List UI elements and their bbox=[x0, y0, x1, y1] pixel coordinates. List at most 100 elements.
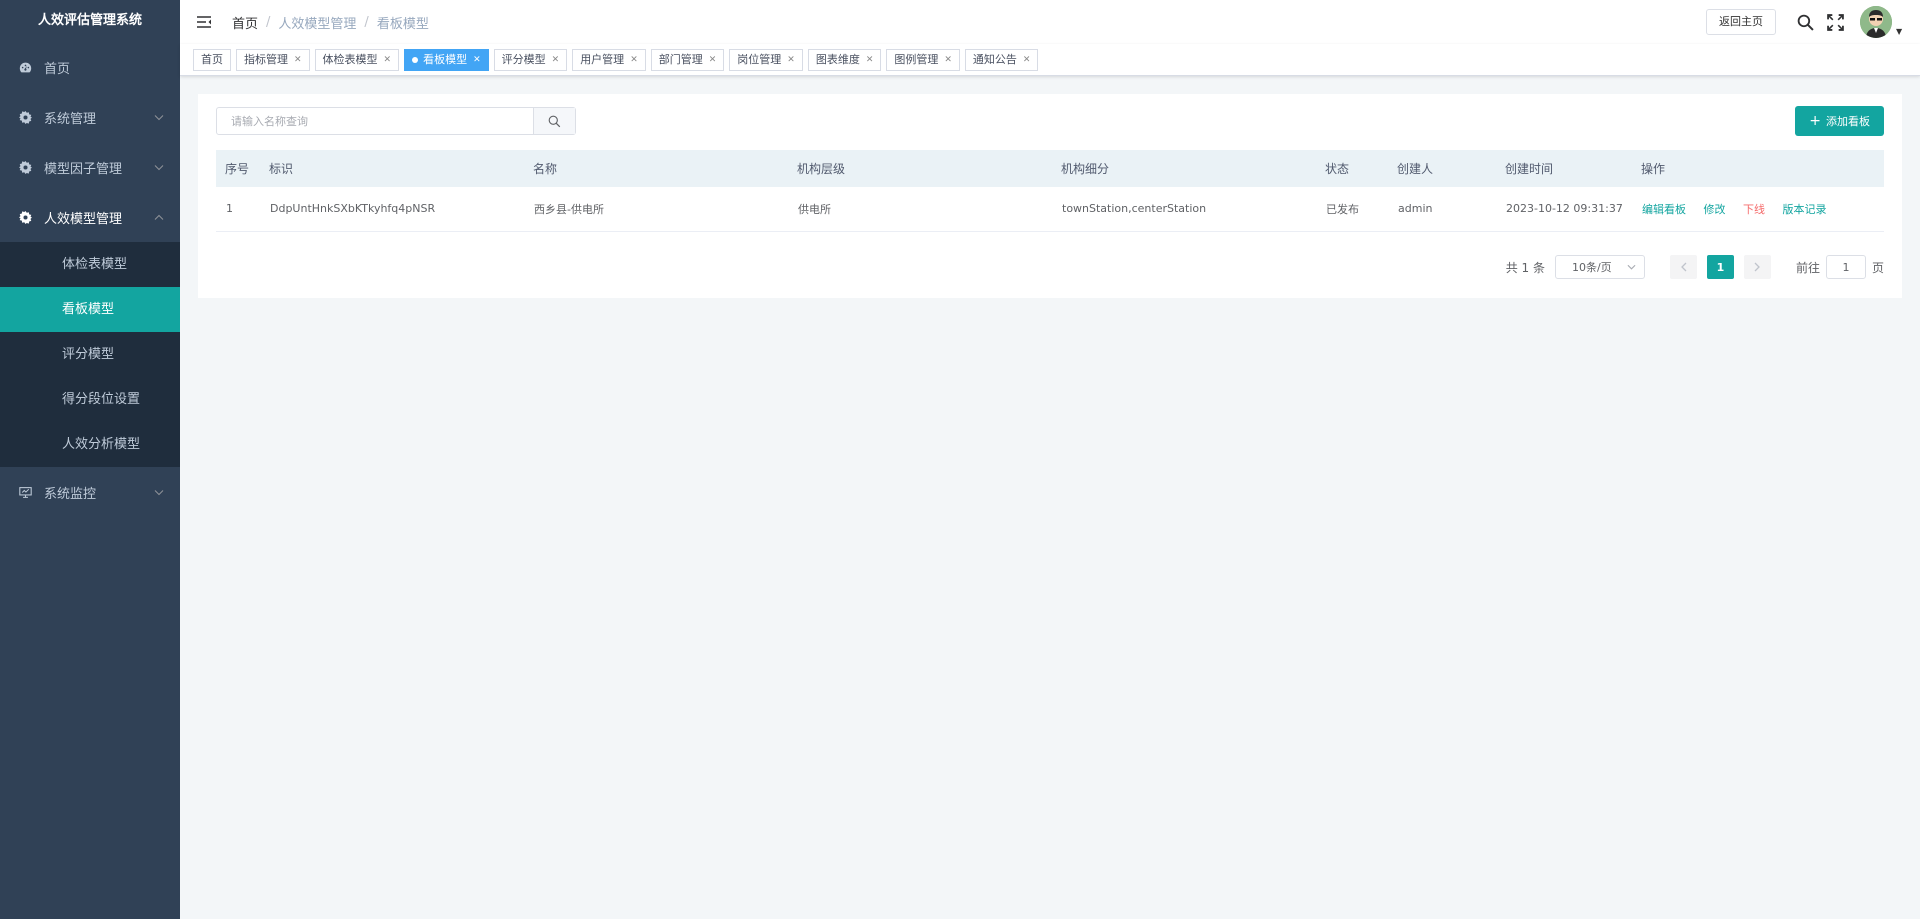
cell-ops: 编辑看板 修改 下线 版本记录 bbox=[1632, 187, 1884, 231]
tag-label: 部门管理 bbox=[658, 52, 703, 66]
chevron-up-icon bbox=[154, 210, 164, 225]
tag-checkup-model[interactable]: 体检表模型 ✕ bbox=[314, 48, 400, 71]
navbar: 首页 / 人效模型管理 / 看板模型 返回主页 ▼ bbox=[180, 0, 1920, 44]
close-icon[interactable]: ✕ bbox=[1023, 50, 1031, 70]
goto-page-input[interactable] bbox=[1825, 255, 1866, 279]
cell-created: 2023-10-12 09:31:37 bbox=[1506, 202, 1623, 216]
chevron-down-icon bbox=[1627, 264, 1636, 270]
add-board-label: 添加看板 bbox=[1826, 115, 1870, 128]
gear-icon bbox=[18, 210, 32, 224]
breadcrumb-separator: / bbox=[266, 14, 271, 30]
col-ops: 操作 bbox=[1641, 162, 1666, 176]
close-icon[interactable]: ✕ bbox=[944, 50, 952, 70]
chevron-right-icon bbox=[1754, 262, 1760, 272]
sidebar-item-monitor[interactable]: 系统监控 bbox=[0, 467, 180, 517]
page-number-button[interactable]: 1 bbox=[1706, 255, 1734, 279]
tag-legend[interactable]: 图例管理 ✕ bbox=[886, 48, 960, 71]
main-card: + 添加看板 序号 标识 名称 机构层级 机构细分 状态 创建人 创建时间 操作… bbox=[198, 94, 1902, 298]
sidebar-item-label: 模型因子管理 bbox=[44, 161, 123, 177]
tag-label: 首页 bbox=[201, 52, 223, 66]
sidebar-item-home[interactable]: 首页 bbox=[0, 42, 180, 92]
cell-level: 供电所 bbox=[798, 202, 831, 216]
sidebar-item-label: 首页 bbox=[44, 61, 71, 77]
tag-post[interactable]: 岗位管理 ✕ bbox=[729, 48, 803, 71]
hamburger-icon[interactable] bbox=[196, 14, 212, 30]
search-icon bbox=[548, 115, 561, 127]
chevron-left-icon bbox=[1681, 262, 1687, 272]
col-id: 标识 bbox=[269, 162, 294, 176]
close-icon[interactable]: ✕ bbox=[294, 50, 302, 70]
tag-indicator[interactable]: 指标管理 ✕ bbox=[236, 48, 310, 71]
offline-link[interactable]: 下线 bbox=[1743, 203, 1765, 216]
close-icon[interactable]: ✕ bbox=[552, 50, 560, 70]
modify-link[interactable]: 修改 bbox=[1704, 203, 1726, 216]
edit-board-link[interactable]: 编辑看板 bbox=[1642, 203, 1686, 216]
app-title: 人效评估管理系统 bbox=[37, 13, 142, 28]
tag-label: 用户管理 bbox=[580, 52, 625, 66]
plus-icon: + bbox=[1809, 113, 1821, 129]
tag-label: 评分模型 bbox=[501, 52, 546, 66]
close-icon[interactable]: ✕ bbox=[473, 50, 481, 70]
caret-down-icon[interactable]: ▼ bbox=[1896, 27, 1906, 36]
breadcrumb-current: 看板模型 bbox=[376, 16, 429, 32]
submenu-efficiency-model: 体检表模型 看板模型 评分模型 得分段位设置 人效分析模型 bbox=[0, 242, 180, 467]
version-history-link[interactable]: 版本记录 bbox=[1783, 203, 1827, 216]
search-button[interactable] bbox=[533, 108, 575, 134]
breadcrumb-level1: 人效模型管理 bbox=[278, 16, 357, 32]
tags-view: 首页 指标管理 ✕ 体检表模型 ✕ 看板模型 ✕ 评分模型 ✕ 用户管理 ✕ 部门管理 ✕ … bbox=[180, 44, 1920, 76]
add-board-button[interactable]: + 添加看板 bbox=[1795, 106, 1884, 136]
avatar[interactable] bbox=[1860, 6, 1892, 38]
close-icon[interactable]: ✕ bbox=[866, 50, 874, 70]
submenu-item-checkup-model[interactable]: 体检表模型 bbox=[0, 242, 180, 287]
cell-index: 1 bbox=[226, 202, 233, 216]
tag-home[interactable]: 首页 bbox=[193, 48, 231, 71]
tag-scoring-model[interactable]: 评分模型 ✕ bbox=[493, 48, 568, 71]
submenu-item-analysis-model[interactable]: 人效分析模型 bbox=[0, 422, 180, 467]
close-icon[interactable]: ✕ bbox=[709, 50, 717, 70]
page-size-select[interactable]: 10条/页 bbox=[1554, 255, 1645, 279]
sidebar-item-model-factor[interactable]: 模型因子管理 bbox=[0, 142, 180, 192]
submenu-item-board-model[interactable]: 看板模型 bbox=[0, 287, 180, 332]
page-size-value: 10条/页 bbox=[1571, 261, 1612, 274]
breadcrumb-home[interactable]: 首页 bbox=[232, 13, 258, 32]
pagination: 共 1 条 10条/页 1 前往 页 bbox=[1506, 254, 1884, 280]
cell-creator: admin bbox=[1398, 202, 1433, 216]
pagination-total: 共 1 条 bbox=[1505, 260, 1545, 275]
tag-user[interactable]: 用户管理 ✕ bbox=[572, 48, 646, 71]
close-icon[interactable]: ✕ bbox=[384, 50, 392, 70]
sidebar-item-label: 系统监控 bbox=[44, 486, 97, 502]
col-index: 序号 bbox=[225, 162, 250, 176]
search-box bbox=[216, 107, 576, 135]
tag-label: 体检表模型 bbox=[322, 52, 378, 66]
submenu-item-scoring-model[interactable]: 评分模型 bbox=[0, 332, 180, 377]
sidebar-item-efficiency-model[interactable]: 人效模型管理 bbox=[0, 192, 180, 242]
submenu-item-score-tier[interactable]: 得分段位设置 bbox=[0, 377, 180, 422]
next-page-button[interactable] bbox=[1743, 255, 1771, 279]
tag-label: 看板模型 bbox=[423, 52, 468, 66]
prev-page-button[interactable] bbox=[1669, 255, 1697, 279]
chevron-down-icon bbox=[154, 160, 164, 175]
return-home-button[interactable]: 返回主页 bbox=[1706, 9, 1776, 35]
goto-suffix: 页 bbox=[1871, 260, 1884, 275]
search-icon[interactable] bbox=[1796, 13, 1814, 31]
navbar-right: 返回主页 ▼ bbox=[1706, 0, 1920, 44]
sidebar: 人效评估管理系统 首页 系统管理 模型因子管理 人效模型管理 体检表模型 看板模… bbox=[0, 0, 180, 919]
col-level: 机构层级 bbox=[797, 162, 846, 176]
search-input[interactable] bbox=[217, 108, 533, 134]
cell-status: 已发布 bbox=[1326, 202, 1359, 216]
sidebar-item-system[interactable]: 系统管理 bbox=[0, 92, 180, 142]
cell-id: DdpUntHnkSXbKTkyhfq4pNSR bbox=[270, 202, 436, 216]
cell-name: 西乡县-供电所 bbox=[534, 202, 604, 216]
close-icon[interactable]: ✕ bbox=[787, 50, 795, 70]
tag-board-model[interactable]: 看板模型 ✕ bbox=[404, 48, 489, 71]
close-icon[interactable]: ✕ bbox=[630, 50, 638, 70]
tag-notice[interactable]: 通知公告 ✕ bbox=[964, 48, 1039, 71]
col-status: 状态 bbox=[1325, 162, 1350, 176]
breadcrumb-separator: / bbox=[364, 14, 369, 30]
tag-dept[interactable]: 部门管理 ✕ bbox=[650, 48, 725, 71]
tag-label: 图例管理 bbox=[894, 52, 939, 66]
fullscreen-icon[interactable] bbox=[1826, 13, 1844, 31]
tag-chart-dimension[interactable]: 图表维度 ✕ bbox=[807, 48, 882, 71]
tag-label: 指标管理 bbox=[244, 52, 288, 66]
chevron-down-icon bbox=[154, 110, 164, 125]
